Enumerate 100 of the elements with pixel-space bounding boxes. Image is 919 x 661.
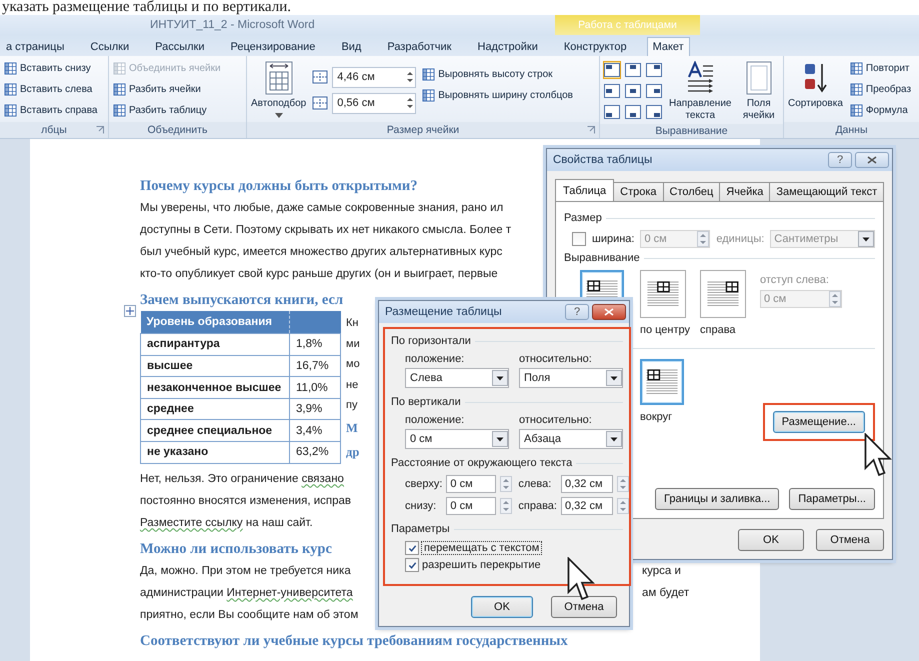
dialog-tab[interactable]: Таблица (555, 179, 614, 201)
dialog-tab[interactable]: Столбец (662, 182, 720, 201)
ribbon-button[interactable]: Повторит (848, 59, 912, 78)
align-button[interactable] (645, 82, 663, 100)
distance-field[interactable]: 0 см (446, 497, 496, 515)
ribbon-button[interactable]: Выровнять высоту строк (421, 65, 574, 84)
checkbox[interactable] (405, 558, 419, 572)
distance-field[interactable]: 0,32 см (560, 497, 613, 515)
align-button[interactable] (645, 103, 663, 121)
close-button[interactable] (855, 152, 889, 168)
options-button[interactable]: Параметры... (789, 488, 875, 510)
field-label: ширина: (592, 233, 634, 245)
table-cell: не указано (140, 441, 290, 463)
table-layout-icon (707, 281, 739, 307)
size-field[interactable]: 4,46 см (332, 66, 416, 88)
relative-dropdown[interactable]: Абзаца (519, 429, 623, 449)
align-button[interactable] (624, 103, 642, 121)
dialog-tab[interactable]: Замещающий текст (769, 182, 884, 201)
ribbon-button[interactable]: Разбить таблицу (112, 101, 222, 120)
ok-button[interactable]: OK (471, 596, 533, 618)
dialog-tab[interactable]: Ячейка (719, 182, 770, 201)
ribbon-button[interactable]: Сортировка (787, 59, 844, 112)
table-cell: 63,2% (290, 441, 340, 463)
ribbon-tab[interactable]: Надстройки (472, 37, 544, 56)
ribbon-button[interactable]: Вставить слева (3, 80, 98, 99)
relative-dropdown[interactable]: Поля (519, 368, 623, 388)
book-text: указать размещение таблицы и по вертикали. (1, 0, 292, 15)
table-icon (4, 83, 17, 96)
paragraph-line: постоянно вносятся изменения, исправ (140, 494, 352, 508)
close-button[interactable] (592, 304, 626, 320)
ribbon-button[interactable]: Формула (848, 101, 912, 120)
alignment-option[interactable] (640, 270, 686, 318)
distance-field[interactable]: 0,32 см (560, 475, 613, 493)
paragraph-line: ам будет (642, 586, 690, 600)
ok-button[interactable]: OK (738, 529, 804, 551)
cancel-button[interactable]: Отмена (551, 596, 617, 618)
ribbon-tab[interactable]: Рассылки (149, 37, 210, 56)
table-header: Уровень образования (140, 311, 290, 334)
launcher-icon[interactable] (96, 126, 104, 134)
field-label: сверху: (405, 478, 442, 490)
align-button[interactable] (603, 82, 621, 100)
paragraph-line: Да, можно. При этом не требуется ника (140, 564, 351, 578)
ribbon-tab[interactable]: Рецензирование (224, 37, 322, 56)
launcher-icon[interactable] (587, 126, 595, 134)
ribbon-button[interactable]: Автоподбор (250, 59, 308, 120)
help-button[interactable]: ? (828, 152, 852, 168)
text-direction-icon (685, 61, 716, 95)
ribbon-button[interactable]: Преобраз (848, 80, 912, 99)
option-label: вокруг (640, 411, 672, 423)
ribbon-button[interactable]: Вставить справа (3, 101, 98, 120)
cell-align-icon (604, 105, 620, 119)
window-title: ИНТУИТ_11_2 - Microsoft Word (149, 18, 316, 33)
distance-field[interactable]: 0 см (446, 475, 496, 493)
align-button[interactable] (603, 61, 621, 79)
align-button[interactable] (624, 82, 642, 100)
section-label: Расстояние от окружающего текста (391, 457, 572, 469)
checkbox-label[interactable]: перемещать с текстом (422, 542, 542, 554)
align-button[interactable] (645, 61, 663, 79)
ribbon-button[interactable]: Разбить ячейки (112, 80, 222, 99)
table-cell: аспирантура (140, 334, 290, 356)
table-icon (4, 62, 17, 75)
section-heading: Можно ли использовать курс (140, 540, 332, 558)
ribbon-tab[interactable]: Ссылки (84, 37, 136, 56)
table-autofit-icon (264, 61, 294, 95)
dialog-title: Свойства таблицы (553, 154, 654, 166)
ribbon-tab[interactable]: Макет (646, 37, 690, 56)
position-dropdown[interactable]: 0 см (405, 429, 509, 449)
borders-button[interactable]: Границы и заливка... (655, 488, 780, 510)
ribbon-tab[interactable]: Конструктор (558, 37, 633, 56)
cancel-button[interactable]: Отмена (816, 529, 884, 551)
table-cell: 11,0% (290, 376, 340, 398)
close-icon (867, 156, 877, 164)
positioning-button[interactable]: Размещение... (772, 411, 865, 433)
checkbox-label[interactable]: разрешить перекрытие (422, 559, 541, 571)
help-button[interactable]: ? (565, 304, 589, 320)
dialog-tab[interactable]: Строка (613, 182, 664, 201)
spinner-arrows-icon[interactable] (405, 69, 416, 85)
move-handle-icon[interactable] (124, 305, 136, 317)
alignment-option[interactable] (700, 270, 746, 318)
ribbon-tab[interactable]: Вид (335, 37, 368, 56)
paragraph-line: мо (346, 357, 360, 372)
section-heading: др (346, 444, 360, 461)
size-field[interactable]: 0,56 см (332, 92, 416, 114)
align-button[interactable] (603, 103, 621, 121)
ribbon-button[interactable]: Выровнять ширину столбцов (421, 86, 574, 105)
ribbon-button[interactable]: Поля ячейки (737, 59, 780, 124)
group-label: лбцы (41, 124, 67, 136)
paragraph-line: ми (346, 336, 360, 352)
table-cell: 16,7% (290, 355, 340, 377)
wrapping-option[interactable] (640, 359, 684, 405)
checkbox[interactable] (405, 541, 419, 555)
spinner-arrows-icon[interactable] (405, 95, 416, 111)
option-label: справа (700, 324, 736, 336)
section-heading: Соответствуют ли учебные курсы требованиям государственных (140, 632, 568, 650)
position-dropdown[interactable]: Слева (405, 368, 509, 388)
ribbon-tab[interactable]: а страницы (0, 37, 70, 56)
ribbon-button[interactable]: Направление текста (668, 59, 732, 124)
align-button[interactable] (624, 61, 642, 79)
ribbon-tab[interactable]: Разработчик (381, 37, 458, 56)
ribbon-button[interactable]: Вставить снизу (3, 59, 98, 78)
